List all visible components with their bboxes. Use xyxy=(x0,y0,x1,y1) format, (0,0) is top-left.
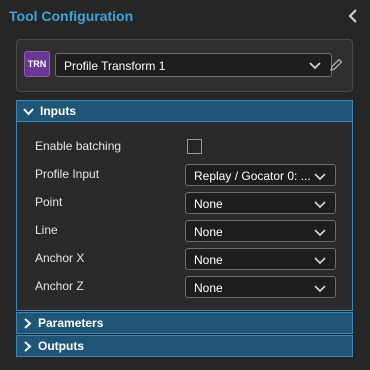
anchor-x-label: Anchor X xyxy=(35,251,85,265)
profile-input-select[interactable]: Replay / Gocator 0: ... xyxy=(185,164,336,186)
line-value: None xyxy=(194,225,223,239)
section-outputs-header[interactable]: Outputs xyxy=(16,335,353,357)
tool-name: Profile Transform 1 xyxy=(64,59,166,73)
chevron-down-icon xyxy=(314,285,326,293)
chevron-down-icon xyxy=(314,201,326,209)
chevron-right-icon xyxy=(23,317,32,329)
section-parameters-label: Parameters xyxy=(38,316,104,330)
chevron-down-icon xyxy=(314,229,326,237)
section-parameters-header[interactable]: Parameters xyxy=(16,312,353,334)
anchor-x-value: None xyxy=(194,253,223,267)
tool-select[interactable]: Profile Transform 1 xyxy=(55,53,332,77)
anchor-z-select[interactable]: None xyxy=(185,276,336,298)
tool-type-badge: TRN xyxy=(24,51,50,77)
point-label: Point xyxy=(35,195,63,209)
profile-input-value: Replay / Gocator 0: ... xyxy=(194,169,311,183)
chevron-right-icon xyxy=(23,340,32,352)
chevron-left-icon xyxy=(348,9,357,23)
anchor-x-select[interactable]: None xyxy=(185,248,336,270)
tool-configuration-panel: Tool Configuration TRN Profile Transform… xyxy=(0,0,370,370)
chevron-down-icon xyxy=(314,257,326,265)
tool-card: TRN Profile Transform 1 xyxy=(16,39,353,92)
section-outputs-label: Outputs xyxy=(38,339,84,353)
edit-name-button[interactable] xyxy=(326,54,346,76)
point-select[interactable]: None xyxy=(185,192,336,214)
profile-input-label: Profile Input xyxy=(35,167,100,181)
inputs-section-body: Enable batching Profile Input Replay / G… xyxy=(16,122,353,311)
panel-title: Tool Configuration xyxy=(9,8,134,24)
chevron-down-icon xyxy=(23,107,34,116)
anchor-z-label: Anchor Z xyxy=(35,279,84,293)
line-label: Line xyxy=(35,223,58,237)
point-value: None xyxy=(194,197,223,211)
line-select[interactable]: None xyxy=(185,220,336,242)
anchor-z-value: None xyxy=(194,281,223,295)
chevron-down-icon xyxy=(314,173,326,181)
collapse-button[interactable] xyxy=(344,6,362,26)
pencil-icon xyxy=(330,58,343,71)
section-inputs-header[interactable]: Inputs xyxy=(16,100,353,122)
chevron-down-icon xyxy=(309,62,321,70)
enable-batching-label: Enable batching xyxy=(35,139,122,153)
section-inputs-label: Inputs xyxy=(40,104,76,118)
enable-batching-checkbox[interactable] xyxy=(187,139,202,154)
title-bar: Tool Configuration xyxy=(0,0,370,32)
